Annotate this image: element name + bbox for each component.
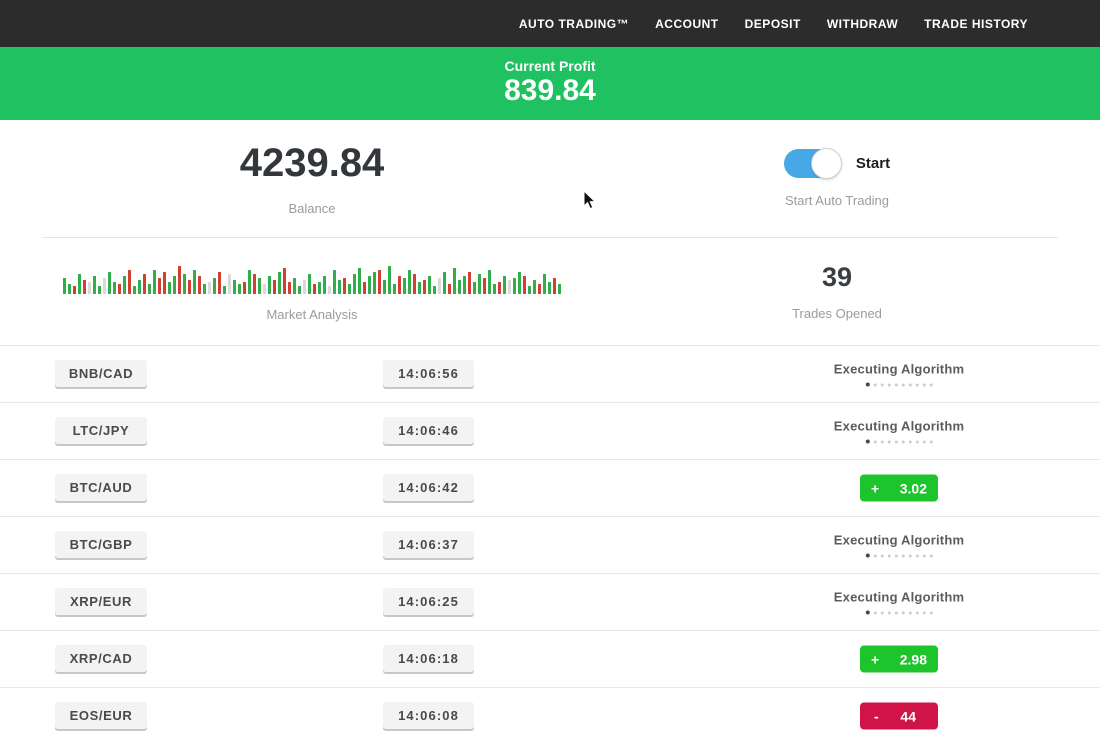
- trade-status: - 44: [860, 703, 938, 730]
- profit-badge: + 3.02: [860, 475, 938, 502]
- current-profit-value: 839.84: [504, 74, 596, 109]
- auto-trading-block: Start Start Auto Trading: [624, 120, 1100, 237]
- trade-row: XRP/EUR 14:06:25 Executing Algorithm: [0, 573, 1100, 630]
- auto-trading-label: Start Auto Trading: [785, 193, 889, 208]
- current-profit-label: Current Profit: [505, 58, 596, 74]
- executing-label: Executing Algorithm: [834, 533, 964, 548]
- trade-row: BTC/AUD 14:06:42 + 3.02: [0, 459, 1100, 516]
- badge-value: 3.02: [900, 480, 927, 496]
- pair-chip: BTC/GBP: [55, 531, 147, 558]
- time-chip: 14:06:18: [383, 645, 474, 672]
- trade-status: + 3.02: [860, 475, 938, 502]
- progress-dots: [834, 554, 964, 558]
- time-chip: 14:06:25: [383, 588, 474, 615]
- trades-opened-value: 39: [822, 262, 852, 293]
- trade-row: BTC/GBP 14:06:37 Executing Algorithm: [0, 516, 1100, 573]
- progress-dots: [834, 611, 964, 615]
- market-row: Market Analysis 39 Trades Opened: [0, 238, 1100, 345]
- stats-row: 4239.84 Balance Start Start Auto Trading: [0, 120, 1100, 237]
- toggle-knob-icon: [811, 148, 842, 179]
- balance-block: 4239.84 Balance: [0, 120, 624, 237]
- pair-chip: BNB/CAD: [55, 360, 147, 387]
- trade-row: LTC/JPY 14:06:46 Executing Algorithm: [0, 402, 1100, 459]
- badge-value: 44: [900, 708, 916, 724]
- trades-table: BNB/CAD 14:06:56 Executing Algorithm LTC…: [0, 345, 1100, 742]
- progress-dots: [834, 440, 964, 444]
- toggle-label: Start: [856, 155, 890, 172]
- pair-chip: XRP/EUR: [55, 588, 147, 615]
- trades-opened-label: Trades Opened: [792, 306, 882, 321]
- executing-label: Executing Algorithm: [834, 590, 964, 605]
- nav-item-trade-history[interactable]: TRADE HISTORY: [924, 17, 1028, 31]
- market-analysis-label: Market Analysis: [266, 307, 357, 322]
- badge-sign: -: [874, 708, 879, 724]
- badge-sign: +: [871, 651, 879, 667]
- trade-status: Executing Algorithm: [834, 590, 964, 615]
- auto-trading-toggle[interactable]: [784, 149, 841, 178]
- trade-row: BNB/CAD 14:06:56 Executing Algorithm: [0, 345, 1100, 402]
- nav-item-deposit[interactable]: DEPOSIT: [745, 17, 801, 31]
- balance-label: Balance: [289, 201, 336, 216]
- pair-chip: LTC/JPY: [55, 417, 147, 444]
- current-profit-banner: Current Profit 839.84: [0, 47, 1100, 120]
- time-chip: 14:06:37: [383, 531, 474, 558]
- loss-badge: - 44: [860, 703, 938, 730]
- balance-value: 4239.84: [240, 141, 385, 186]
- trade-status: Executing Algorithm: [834, 362, 964, 387]
- market-analysis-block: Market Analysis: [0, 238, 624, 345]
- trade-row: EOS/EUR 14:06:08 - 44: [0, 687, 1100, 742]
- pair-chip: XRP/CAD: [55, 645, 147, 672]
- time-chip: 14:06:42: [383, 474, 474, 501]
- nav-item-account[interactable]: ACCOUNT: [655, 17, 719, 31]
- badge-sign: +: [871, 480, 879, 496]
- profit-badge: + 2.98: [860, 646, 938, 673]
- executing-label: Executing Algorithm: [834, 362, 964, 377]
- trade-status: Executing Algorithm: [834, 533, 964, 558]
- trade-status: + 2.98: [860, 646, 938, 673]
- nav-item-withdraw[interactable]: WITHDRAW: [827, 17, 898, 31]
- badge-value: 2.98: [900, 651, 927, 667]
- nav-item-auto-trading[interactable]: AUTO TRADING™: [519, 17, 629, 31]
- trade-row: XRP/CAD 14:06:18 + 2.98: [0, 630, 1100, 687]
- trades-opened-block: 39 Trades Opened: [624, 238, 1100, 345]
- pair-chip: BTC/AUD: [55, 474, 147, 501]
- pair-chip: EOS/EUR: [55, 702, 147, 729]
- progress-dots: [834, 383, 964, 387]
- market-analysis-chart: [63, 262, 561, 294]
- top-nav: AUTO TRADING™ ACCOUNT DEPOSIT WITHDRAW T…: [0, 0, 1100, 47]
- time-chip: 14:06:46: [383, 417, 474, 444]
- executing-label: Executing Algorithm: [834, 419, 964, 434]
- trade-status: Executing Algorithm: [834, 419, 964, 444]
- time-chip: 14:06:56: [383, 360, 474, 387]
- time-chip: 14:06:08: [383, 702, 474, 729]
